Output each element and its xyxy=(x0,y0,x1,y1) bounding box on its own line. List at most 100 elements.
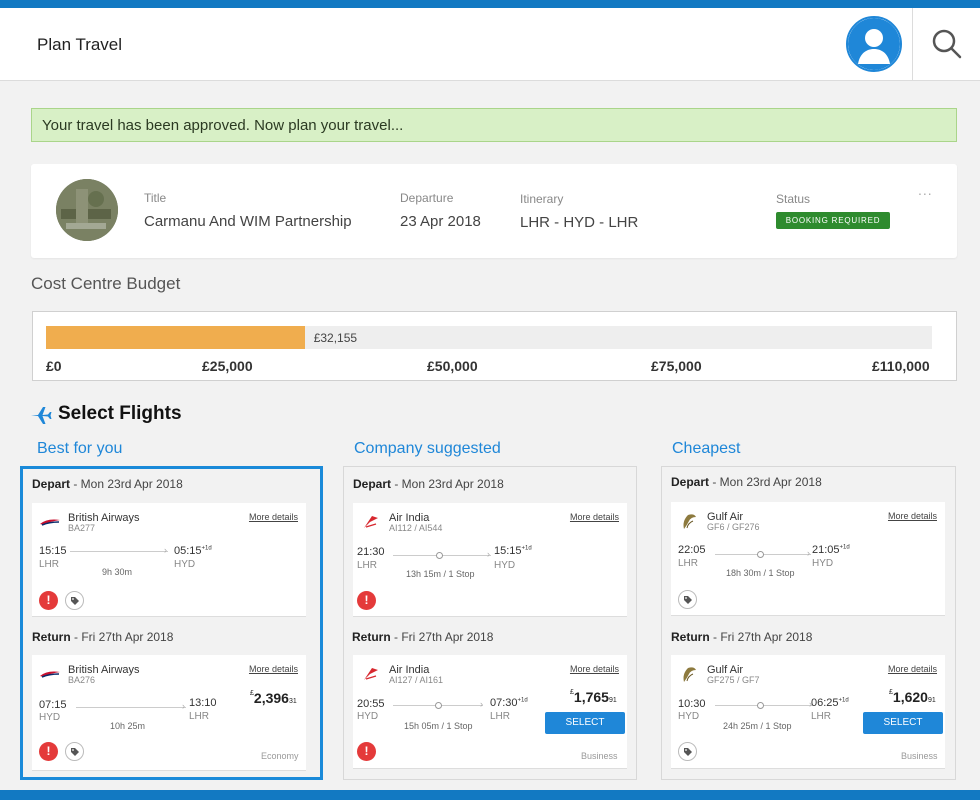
plane-icon xyxy=(30,405,52,430)
tag-icon[interactable] xyxy=(678,742,697,761)
flight-code: BA277 xyxy=(68,523,96,533)
flight-code: GF275 / GF7 xyxy=(707,675,760,685)
depart-leg-card: British Airways BA277 More details 15:15… xyxy=(32,503,306,617)
depart-heading: Depart - Mon 23rd Apr 2018 xyxy=(32,477,183,491)
select-button[interactable]: SELECT xyxy=(545,712,625,734)
arrival-airport: LHR xyxy=(189,711,210,722)
departure-time: 22:05 xyxy=(678,544,706,556)
route-line xyxy=(76,707,186,708)
more-details-link[interactable]: More details xyxy=(570,512,619,522)
arrival-airport: LHR xyxy=(811,711,832,722)
top-stripe xyxy=(0,0,980,8)
column-title-company: Company suggested xyxy=(354,440,501,457)
title-value: Carmanu And WIM Partnership xyxy=(144,213,352,230)
departure-label: Departure xyxy=(400,191,454,205)
trip-image xyxy=(56,179,118,241)
departure-airport: LHR xyxy=(678,558,699,569)
page-title: Plan Travel xyxy=(37,35,123,54)
departure-time: 10:30 xyxy=(678,698,706,710)
departure-airport: LHR xyxy=(357,560,378,571)
british-airways-logo-icon xyxy=(40,671,60,678)
route-arrow-icon: › xyxy=(487,549,490,559)
cabin-class: Business xyxy=(581,751,618,761)
approval-alert: Your travel has been approved. Now plan … xyxy=(31,108,957,142)
bottom-stripe xyxy=(0,790,980,800)
flight-code: AI112 / AI544 xyxy=(389,523,443,533)
budget-title: Cost Centre Budget xyxy=(31,274,181,293)
stop-marker xyxy=(436,552,443,559)
arrival-airport: HYD xyxy=(174,559,196,570)
departure-time: 21:30 xyxy=(357,546,385,558)
warning-icon[interactable]: ! xyxy=(39,742,58,761)
more-details-link[interactable]: More details xyxy=(888,664,937,674)
budget-track: £32,155 xyxy=(46,326,932,349)
route-arrow-icon: › xyxy=(807,548,810,558)
arrival-time: 06:25+1d xyxy=(811,697,849,709)
route-arrow-icon: › xyxy=(480,699,483,709)
stop-marker xyxy=(757,702,764,709)
user-icon xyxy=(848,18,900,70)
flight-duration: 9h 30m xyxy=(102,567,133,577)
arrival-time: 05:15+1d xyxy=(174,545,212,557)
status-label: Status xyxy=(776,192,811,206)
more-details-link[interactable]: More details xyxy=(888,511,937,521)
flight-duration: 18h 30m / 1 Stop xyxy=(726,568,795,578)
status-badge: BOOKING REQUIRED xyxy=(776,212,890,229)
arrival-airport: HYD xyxy=(494,560,516,571)
more-menu-button[interactable]: ... xyxy=(918,182,933,198)
depart-leg-card: Air India AI112 / AI544 More details 21:… xyxy=(353,503,627,617)
gulf-air-logo-icon xyxy=(683,667,696,682)
tag-icon[interactable] xyxy=(65,591,84,610)
return-leg-card: British Airways BA276 More details 07:15… xyxy=(32,655,306,771)
arrival-time: 13:10 xyxy=(189,697,217,709)
return-heading: Return - Fri 27th Apr 2018 xyxy=(671,630,813,644)
flight-duration: 13h 15m / 1 Stop xyxy=(406,569,475,579)
more-details-link[interactable]: More details xyxy=(249,664,298,674)
flight-option-company[interactable]: Depart - Mon 23rd Apr 2018 Air India AI1… xyxy=(343,466,637,780)
search-button[interactable] xyxy=(913,8,980,80)
column-title-best: Best for you xyxy=(37,440,123,457)
column-title-cheapest: Cheapest xyxy=(672,440,741,457)
budget-tick: £25,000 xyxy=(202,358,253,374)
select-flights-title: Select Flights xyxy=(58,403,182,424)
flight-price: £1,76591 xyxy=(570,689,617,705)
flight-code: AI127 / AI161 xyxy=(389,675,444,685)
warning-icon[interactable]: ! xyxy=(39,591,58,610)
arrival-time: 15:15+1d xyxy=(494,545,532,557)
flight-option-best[interactable]: Depart - Mon 23rd Apr 2018 British Airwa… xyxy=(20,466,323,780)
depart-heading: Depart - Mon 23rd Apr 2018 xyxy=(353,477,504,491)
budget-tick: £75,000 xyxy=(651,358,702,374)
more-details-link[interactable]: More details xyxy=(249,512,298,522)
stop-marker xyxy=(757,551,764,558)
departure-airport: HYD xyxy=(39,712,61,723)
arrival-time: 21:05+1d xyxy=(812,544,850,556)
arrival-time: 07:30+1d xyxy=(490,697,528,709)
itinerary-label: Itinerary xyxy=(520,192,564,206)
tag-icon[interactable] xyxy=(65,742,84,761)
flight-duration: 24h 25m / 1 Stop xyxy=(723,721,792,731)
select-button[interactable]: SELECT xyxy=(863,712,943,734)
return-heading: Return - Fri 27th Apr 2018 xyxy=(352,630,494,644)
flight-duration: 15h 05m / 1 Stop xyxy=(404,721,473,731)
stop-marker xyxy=(435,702,442,709)
departure-airport: HYD xyxy=(678,711,700,722)
flight-price: £1,62091 xyxy=(889,689,936,705)
warning-icon[interactable]: ! xyxy=(357,591,376,610)
cabin-class: Business xyxy=(901,751,938,761)
departure-value: 23 Apr 2018 xyxy=(400,213,481,230)
more-details-link[interactable]: More details xyxy=(570,664,619,674)
itinerary-value: LHR - HYD - LHR xyxy=(520,214,639,231)
arrival-airport: LHR xyxy=(490,711,511,722)
gulf-air-logo-icon xyxy=(683,514,696,529)
departure-time: 20:55 xyxy=(357,698,385,710)
tag-icon[interactable] xyxy=(678,590,697,609)
return-leg-card: Gulf Air GF275 / GF7 More details 10:30 … xyxy=(671,655,945,769)
departure-airport: HYD xyxy=(357,711,379,722)
user-avatar[interactable] xyxy=(846,16,902,72)
flight-option-cheapest[interactable]: Depart - Mon 23rd Apr 2018 Gulf Air GF6 … xyxy=(661,466,956,780)
flight-price: £2,39631 xyxy=(250,690,297,706)
warning-icon[interactable]: ! xyxy=(357,742,376,761)
departure-airport: LHR xyxy=(39,559,60,570)
return-heading: Return - Fri 27th Apr 2018 xyxy=(32,630,174,644)
title-label: Title xyxy=(144,191,167,205)
